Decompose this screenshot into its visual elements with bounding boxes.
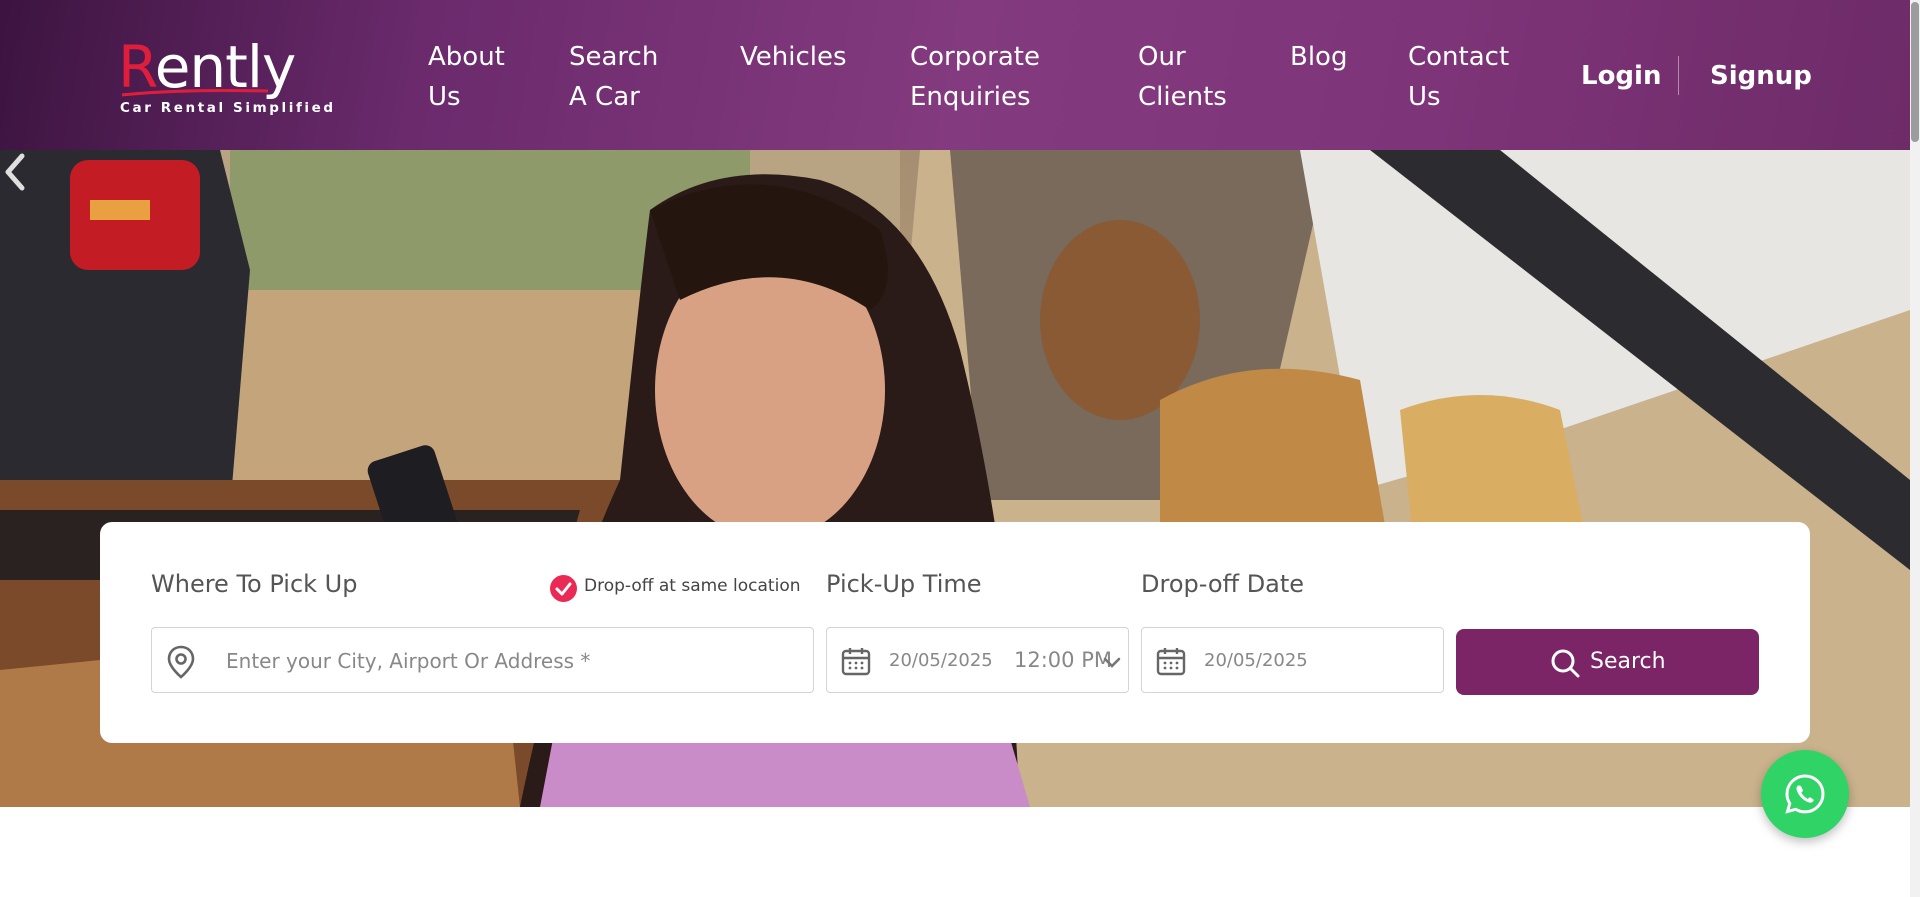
- nav-blog[interactable]: Blog: [1290, 37, 1347, 77]
- nav-vehicles[interactable]: Vehicles: [740, 37, 847, 77]
- pickup-time-select[interactable]: 12:00 PM: [1014, 648, 1112, 672]
- login-link[interactable]: Login: [1581, 56, 1661, 96]
- dropoff-date-value[interactable]: 20/05/2025: [1204, 650, 1308, 671]
- same-location-checkbox[interactable]: [550, 575, 577, 602]
- search-button[interactable]: Search: [1456, 629, 1759, 695]
- whatsapp-icon: [1785, 774, 1825, 814]
- pickup-location-field[interactable]: [151, 627, 814, 694]
- pickup-datetime-field[interactable]: 20/05/2025 12:00 PM: [826, 627, 1129, 693]
- map-pin-icon: [167, 645, 195, 679]
- site-header: Rently Car Rental Simplified About Us Sea…: [0, 0, 1910, 150]
- dropoff-date-field[interactable]: 20/05/2025: [1141, 627, 1444, 693]
- scrollbar-thumb[interactable]: [1911, 2, 1919, 142]
- chevron-down-icon[interactable]: [1102, 656, 1122, 670]
- logo-tagline: Car Rental Simplified: [120, 100, 336, 116]
- check-icon: [555, 582, 572, 596]
- nav-about-us[interactable]: About Us: [428, 37, 505, 117]
- pickup-location-label: Where To Pick Up: [151, 570, 358, 598]
- carousel-prev-chevron-left-icon[interactable]: [0, 150, 30, 194]
- nav-search-a-car[interactable]: Search A Car: [569, 37, 658, 117]
- pickup-location-input[interactable]: [224, 628, 788, 694]
- logo-swoosh: [121, 89, 269, 97]
- brand-logo[interactable]: Rently Car Rental Simplified: [118, 34, 348, 120]
- page-scrollbar[interactable]: [1910, 0, 1920, 897]
- nav-contact-us[interactable]: Contact Us: [1408, 37, 1509, 117]
- nav-our-clients[interactable]: Our Clients: [1138, 37, 1227, 117]
- search-button-label: Search: [1590, 649, 1666, 674]
- nav-corporate-enquiries[interactable]: Corporate Enquiries: [910, 37, 1040, 117]
- calendar-icon: [841, 648, 871, 676]
- signup-link[interactable]: Signup: [1710, 56, 1812, 96]
- auth-divider: [1678, 56, 1679, 95]
- pickup-date-value[interactable]: 20/05/2025: [889, 650, 993, 671]
- search-icon: [1551, 649, 1580, 678]
- calendar-icon: [1156, 648, 1186, 676]
- whatsapp-button[interactable]: [1761, 750, 1849, 838]
- same-location-label: Drop-off at same location: [584, 576, 801, 596]
- pickup-time-label: Pick-Up Time: [826, 570, 982, 598]
- dropoff-date-label: Drop-off Date: [1141, 570, 1305, 598]
